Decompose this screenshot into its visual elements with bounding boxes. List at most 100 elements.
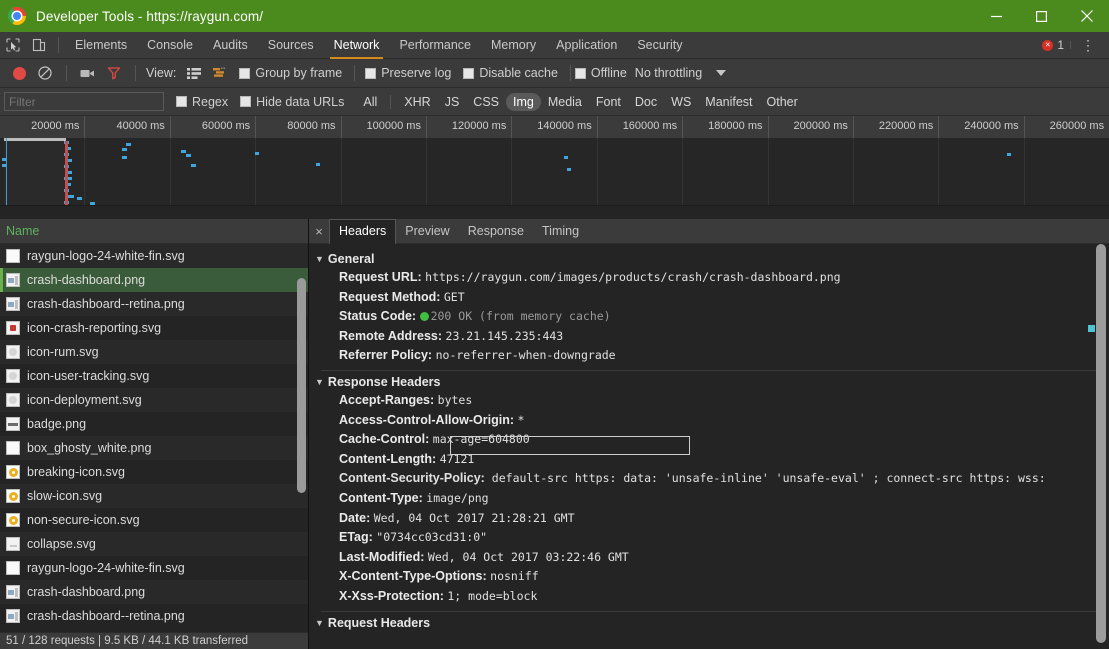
overview-graph[interactable] [0, 138, 1109, 205]
more-options-icon[interactable]: ⋮ [1070, 38, 1103, 52]
error-badge[interactable]: 1 [1042, 38, 1064, 52]
file-svg-gray-icon [6, 345, 20, 359]
ruler-tick: 160000 ms [596, 116, 682, 138]
filter-type-img[interactable]: Img [506, 92, 541, 111]
tab-memory[interactable]: Memory [481, 32, 546, 59]
inspect-element-icon[interactable] [0, 32, 26, 58]
filter-type-media[interactable]: Media [541, 93, 589, 111]
list-item[interactable]: non-secure-icon.svg [0, 508, 308, 532]
list-item[interactable]: crash-dashboard.png [0, 268, 308, 292]
filter-divider [390, 94, 392, 109]
response-headers-section-header[interactable]: ▼ Response Headers [315, 375, 1109, 389]
filter-type-js[interactable]: JS [438, 93, 467, 111]
tab-sources[interactable]: Sources [258, 32, 324, 59]
regex-label: Regex [192, 94, 229, 109]
list-item-label: crash-dashboard.png [27, 273, 146, 287]
offline-checkbox[interactable]: Offline [574, 66, 627, 80]
header-value: image/png [426, 490, 489, 505]
list-item[interactable]: collapse.svg [0, 532, 308, 556]
filter-type-css[interactable]: CSS [466, 93, 506, 111]
tab-performance[interactable]: Performance [389, 32, 481, 59]
request-headers-section-title: Request Headers [327, 615, 431, 630]
disable-cache-checkbox[interactable]: Disable cache [463, 66, 558, 80]
list-view-icon[interactable] [181, 60, 207, 86]
header-label: Date: [339, 510, 371, 525]
list-item[interactable]: crash-dashboard--retina.png [0, 604, 308, 628]
filter-type-all[interactable]: All [356, 93, 384, 111]
general-section-header[interactable]: ▼ General [315, 252, 1109, 266]
selection-handle-right[interactable] [65, 141, 68, 205]
close-button[interactable] [1064, 0, 1109, 32]
minimize-button[interactable] [974, 0, 1019, 32]
request-list-scrollbar[interactable] [297, 278, 306, 493]
tab-audits[interactable]: Audits [203, 32, 258, 59]
list-item[interactable]: raygun-logo-24-white-fin.svg [0, 244, 308, 268]
list-item-label: slow-icon.svg [27, 489, 103, 503]
toolbar-divider [569, 65, 571, 81]
request-list-column-header[interactable]: Name [0, 219, 308, 244]
list-item[interactable]: raygun-logo-24-white-fin.svg [0, 556, 308, 580]
tab-elements[interactable]: Elements [65, 32, 137, 59]
preserve-log-checkbox[interactable]: Preserve log [365, 66, 451, 80]
request-list-rows[interactable]: raygun-logo-24-white-fin.svg crash-dashb… [0, 244, 308, 632]
list-item[interactable]: icon-user-tracking.svg [0, 364, 308, 388]
header-value: Wed, 04 Oct 2017 21:28:21 GMT [373, 510, 575, 525]
group-by-frame-checkbox[interactable]: Group by frame [239, 66, 342, 80]
waterfall-view-icon[interactable] [207, 60, 233, 86]
tab-console[interactable]: Console [137, 32, 203, 59]
list-item[interactable]: badge.png [0, 412, 308, 436]
close-details-icon[interactable]: × [309, 224, 329, 239]
list-item[interactable]: icon-rum.svg [0, 340, 308, 364]
list-item[interactable]: box_ghosty_white.png [0, 436, 308, 460]
network-overview[interactable]: 20000 ms 40000 ms 60000 ms 80000 ms 1000… [0, 116, 1109, 206]
camera-icon[interactable] [75, 60, 101, 86]
clear-icon[interactable] [32, 60, 58, 86]
overview-selection-window[interactable] [4, 138, 68, 205]
tab-security[interactable]: Security [627, 32, 692, 59]
checkbox-box [463, 67, 475, 79]
header-label: Content-Type: [339, 490, 423, 505]
details-scrollbar[interactable] [1096, 244, 1106, 643]
hide-data-urls-checkbox[interactable]: Hide data URLs [240, 95, 344, 109]
device-toolbar-icon[interactable] [26, 32, 52, 58]
tab-application[interactable]: Application [546, 32, 627, 59]
details-tab-preview[interactable]: Preview [396, 219, 458, 244]
response-header-row: Access-Control-Allow-Origin: * [315, 411, 1109, 431]
file-svg-red-icon [6, 321, 20, 335]
offline-label: Offline [590, 66, 627, 80]
details-tab-headers[interactable]: Headers [329, 219, 397, 244]
request-headers-section-header[interactable]: ▼ Request Headers [315, 616, 1109, 630]
general-section-title: General [327, 252, 375, 266]
list-item[interactable]: crash-dashboard--retina.png [0, 292, 308, 316]
remote-address-row: Remote Address: 23.21.145.235:443 [315, 327, 1109, 347]
header-value: nosniff [490, 569, 539, 584]
details-tab-timing[interactable]: Timing [533, 219, 588, 244]
details-tab-response[interactable]: Response [459, 219, 533, 244]
filter-input[interactable] [4, 92, 164, 111]
filter-funnel-icon[interactable] [101, 60, 127, 86]
maximize-button[interactable] [1019, 0, 1064, 32]
ruler-tick: 60000 ms [169, 116, 255, 138]
filter-type-other[interactable]: Other [760, 93, 805, 111]
filter-type-font[interactable]: Font [589, 93, 628, 111]
request-method-label: Request Method: [339, 289, 441, 304]
regex-checkbox[interactable]: Regex [176, 95, 228, 109]
filter-type-manifest[interactable]: Manifest [698, 93, 759, 111]
tab-network[interactable]: Network [324, 32, 390, 59]
record-icon[interactable] [6, 60, 32, 86]
filter-type-doc[interactable]: Doc [628, 93, 664, 111]
filter-type-xhr[interactable]: XHR [397, 93, 437, 111]
list-item[interactable]: breaking-icon.svg [0, 460, 308, 484]
throttling-select[interactable]: No throttling [635, 66, 702, 80]
devtools-tab-bar: Elements Console Audits Sources Network … [0, 32, 1109, 59]
response-header-row-content-length[interactable]: Content-Length: 47121 [315, 435, 1109, 470]
response-header-row: Cache-Control: max-age=604800 [315, 430, 1109, 450]
triangle-down-icon: ▼ [315, 617, 324, 628]
list-item[interactable]: icon-crash-reporting.svg [0, 316, 308, 340]
list-item-label: icon-deployment.svg [27, 393, 142, 407]
filter-type-ws[interactable]: WS [664, 93, 698, 111]
list-item[interactable]: crash-dashboard.png [0, 580, 308, 604]
list-item[interactable]: icon-deployment.svg [0, 388, 308, 412]
list-item[interactable]: slow-icon.svg [0, 484, 308, 508]
caret-down-icon[interactable] [716, 70, 727, 76]
